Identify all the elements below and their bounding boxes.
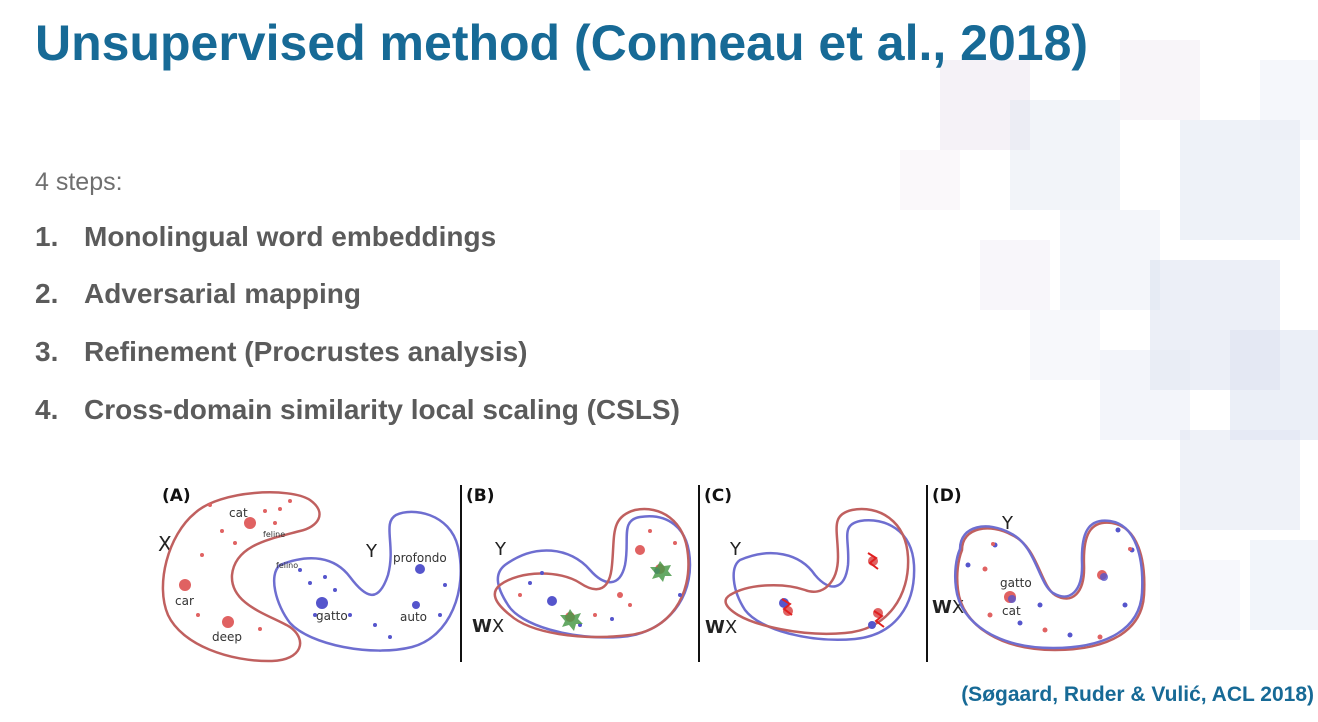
panel-c: (C) Y WX xyxy=(704,486,916,641)
space-y-outline xyxy=(732,519,916,641)
word-label: cat xyxy=(1002,604,1021,618)
word-label: profondo xyxy=(393,551,447,565)
panel-d: (D) Y WX gatto cat xyxy=(932,486,1146,652)
panel-c-wx-label: WX xyxy=(705,617,737,638)
space-y-outline xyxy=(953,519,1144,650)
step-text: Cross-domain similarity local scaling (C… xyxy=(84,394,680,425)
word-label: feline xyxy=(263,530,285,539)
word-label: gatto xyxy=(1000,576,1032,590)
word-label: auto xyxy=(400,610,427,624)
panel-b-wx-label: WX xyxy=(472,616,504,637)
word-label: gatto xyxy=(316,609,348,623)
step-number: 3. xyxy=(35,336,59,367)
panel-a-y-label: Y xyxy=(365,541,378,562)
figure-canvas: (A) X Y cat feline car deep felino gatto… xyxy=(158,485,1146,663)
panel-b-label: (B) xyxy=(466,486,495,506)
panel-b-y-label: Y xyxy=(494,539,507,560)
panel-a-label: (A) xyxy=(162,486,191,506)
word-label: car xyxy=(175,594,194,608)
step-text: Adversarial mapping xyxy=(84,278,361,309)
citation: (Søgaard, Ruder & Vulić, ACL 2018) xyxy=(961,683,1314,706)
word-label: deep xyxy=(212,630,242,644)
slide-title: Unsupervised method (Conneau et al., 201… xyxy=(35,15,1089,71)
panel-b: (B) Y WX xyxy=(466,486,692,639)
step-text: Refinement (Procrustes analysis) xyxy=(84,336,528,367)
steps-intro: 4 steps: xyxy=(35,168,123,196)
point-profondo xyxy=(415,564,425,574)
step-text: Monolingual word embeddings xyxy=(84,221,497,252)
embedding-alignment-figure: (A) X Y cat feline car deep felino gatto… xyxy=(150,465,1153,680)
word-label: felino xyxy=(276,561,298,570)
panel-c-y-label: Y xyxy=(729,539,742,560)
step-number: 2. xyxy=(35,278,59,309)
word-label: cat xyxy=(229,506,248,520)
step-number: 4. xyxy=(35,394,59,425)
space-y-outline xyxy=(272,510,462,652)
step-number: 1. xyxy=(35,221,59,252)
point-auto xyxy=(412,601,420,609)
panel-d-label: (D) xyxy=(932,486,962,506)
point-deep xyxy=(222,616,234,628)
point-car xyxy=(179,579,191,591)
point-gatto xyxy=(316,597,328,609)
panel-a: (A) X Y cat feline car deep felino gatto… xyxy=(158,486,462,663)
panel-c-label: (C) xyxy=(704,486,732,506)
